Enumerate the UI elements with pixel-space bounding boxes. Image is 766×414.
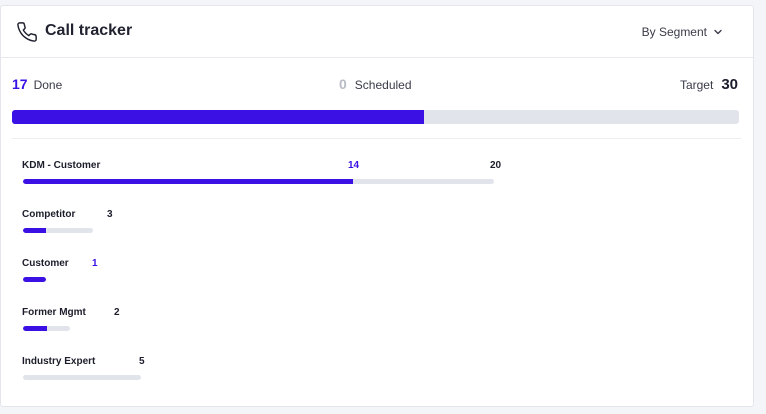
card-header: Call tracker By Segment <box>1 6 753 58</box>
phone-icon <box>17 22 37 42</box>
divider <box>12 138 741 139</box>
segment-name: Former Mgmt <box>22 307 86 318</box>
segment-row: Former Mgmt 2 <box>22 307 522 356</box>
segment-progress-bar <box>23 277 46 282</box>
segment-count: 5 <box>139 356 145 367</box>
segment-list: KDM - Customer 14 20 Competitor 3 Customer 1 Fo… <box>22 160 522 405</box>
segment-name: Customer <box>22 258 69 269</box>
segment-name: Competitor <box>22 209 76 220</box>
target-label: Target <box>679 78 714 92</box>
segment-count: 1 <box>92 258 98 269</box>
segment-select-label: By Segment <box>641 25 707 39</box>
segment-progress-fill <box>23 326 47 331</box>
segment-progress-fill <box>23 179 353 184</box>
segment-name: KDM - Customer <box>22 160 101 171</box>
segment-row: Competitor 3 <box>22 209 522 258</box>
segment-row: Industry Expert 5 <box>22 356 522 405</box>
segment-name: Industry Expert <box>22 356 96 367</box>
segment-count: 14 <box>348 160 360 171</box>
call-tracker-card: Call tracker By Segment 17 Done 0 Schedu… <box>0 5 754 407</box>
segment-row: KDM - Customer 14 20 <box>22 160 522 209</box>
segment-progress-bar <box>23 375 141 380</box>
overall-progress-fill <box>12 110 425 124</box>
done-count: 17 <box>12 76 28 92</box>
card-title: Call tracker <box>45 22 133 39</box>
segment-target: 20 <box>490 160 502 171</box>
segment-progress-bar <box>23 228 93 233</box>
summary-section: 17 Done 0 Scheduled Target 30 <box>1 58 753 139</box>
done-label: Done <box>33 78 63 92</box>
scheduled-count: 0 <box>339 76 347 92</box>
done-stat: 17 Done <box>12 76 62 92</box>
segment-select[interactable]: By Segment <box>642 25 723 39</box>
segment-row: Customer 1 <box>22 258 522 307</box>
target-stat: Target 30 <box>680 76 738 93</box>
segment-count: 3 <box>107 209 113 220</box>
segment-progress-bar <box>23 326 70 331</box>
segment-progress-fill <box>23 228 47 233</box>
segment-progress-fill <box>23 277 46 282</box>
chevron-down-icon <box>714 29 722 35</box>
overall-progress-bar <box>12 110 739 124</box>
segment-progress-bar <box>23 179 494 184</box>
segment-count: 2 <box>114 307 120 318</box>
target-count: 30 <box>721 76 738 93</box>
scheduled-label: Scheduled <box>354 78 412 92</box>
scheduled-stat: 0 Scheduled <box>339 76 412 92</box>
